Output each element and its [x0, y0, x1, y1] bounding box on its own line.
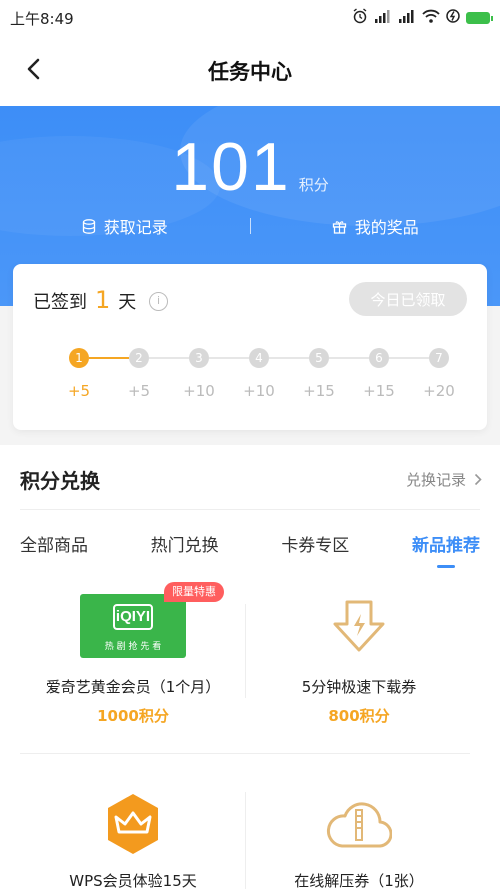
cloud-zip-icon — [326, 802, 392, 848]
step-connector — [269, 357, 309, 359]
points-display: 101 积分 — [0, 128, 500, 206]
signal-icon-2 — [398, 9, 416, 27]
product-name: WPS会员体验15天 — [69, 872, 197, 889]
signal-icon — [374, 9, 392, 27]
step-day-7: 7 — [429, 348, 449, 368]
gift-icon — [332, 220, 346, 234]
product-name: 爱奇艺黄金会员（1个月） — [45, 678, 221, 696]
tab-coupon-zone[interactable]: 卡券专区 — [281, 531, 349, 566]
nav-bar: 任务中心 — [0, 36, 500, 106]
hero-links: 获取记录 我的奖品 — [0, 214, 500, 238]
signin-suffix: 天 — [118, 292, 137, 313]
exchange-divider — [20, 509, 480, 510]
step-connector — [389, 357, 429, 359]
step-day-2: 2 — [129, 348, 149, 368]
tab-new-recommend[interactable]: 新品推荐 — [412, 531, 480, 568]
iqiyi-slogan: 热 剧 抢 先 看 — [104, 642, 162, 652]
points-exchange-section: 积分兑换 兑换记录 全部商品 热门兑换 卡券专区 新品推荐 iQIYI 热 剧 … — [0, 445, 500, 889]
points-value: 101 — [171, 129, 291, 205]
step-day-3: 3 — [189, 348, 209, 368]
step-reward-7: +20 — [423, 382, 455, 400]
product-card-download-coupon[interactable]: 5分钟极速下载券 800积分 — [246, 580, 472, 740]
points-record-label: 获取记录 — [103, 218, 168, 237]
exchange-record-label: 兑换记录 — [405, 471, 466, 489]
wps-crown-icon — [108, 794, 158, 854]
limited-offer-badge: 限量特惠 — [164, 582, 224, 602]
step-reward-5: +15 — [303, 382, 335, 400]
exchange-header: 积分兑换 兑换记录 — [20, 465, 482, 494]
status-icons — [352, 8, 493, 28]
signin-steps: 1 +5 2 +5 3 +10 4 +10 5 +15 6 +15 7 +20 — [68, 348, 455, 408]
step-connector — [209, 357, 249, 359]
product-card-wps-member[interactable]: WPS会员体验15天 — [20, 770, 246, 889]
step-day-4: 4 — [249, 348, 269, 368]
product-name: 在线解压券（1张） — [294, 872, 424, 889]
step-day-6: 6 — [369, 348, 389, 368]
product-card-unzip-coupon[interactable]: 在线解压券（1张） — [246, 770, 472, 889]
my-prizes-label: 我的奖品 — [354, 218, 419, 237]
claim-today-button[interactable]: 今日已领取 — [349, 282, 467, 316]
exchange-record-link[interactable]: 兑换记录 — [406, 469, 482, 490]
step-connector — [149, 357, 189, 359]
status-time: 上午8:49 — [10, 9, 74, 28]
fast-download-icon — [333, 600, 385, 652]
back-button[interactable] — [18, 54, 48, 88]
exchange-title: 积分兑换 — [20, 469, 100, 493]
signin-prefix: 已签到 — [33, 292, 87, 313]
step-day-5: 5 — [309, 348, 329, 368]
power-saving-icon — [446, 9, 460, 27]
chevron-left-icon — [27, 58, 40, 80]
alarm-icon — [352, 8, 368, 28]
iqiyi-card-image: iQIYI 热 剧 抢 先 看 — [80, 594, 186, 658]
iqiyi-logo: iQIYI — [113, 604, 153, 630]
chevron-right-icon — [474, 473, 482, 486]
exchange-tabs: 全部商品 热门兑换 卡券专区 新品推荐 — [20, 531, 480, 568]
product-price: 1000积分 — [97, 707, 169, 725]
step-reward-4: +10 — [243, 382, 275, 400]
step-day-1: 1 — [69, 348, 89, 368]
signin-card: 已签到 1 天 i 今日已领取 1 +5 2 +5 3 +10 4 +10 5 +15 6 +15 7 +… — [13, 264, 487, 430]
page-title: 任务中心 — [208, 60, 292, 84]
step-reward-2: +5 — [127, 382, 151, 400]
database-icon — [82, 218, 95, 234]
info-icon[interactable]: i — [149, 292, 168, 311]
status-bar: 上午8:49 — [0, 0, 500, 36]
tab-hot-exchange[interactable]: 热门兑换 — [151, 531, 219, 566]
step-reward-3: +10 — [183, 382, 215, 400]
wifi-icon — [422, 9, 440, 27]
tab-all-products[interactable]: 全部商品 — [20, 531, 88, 566]
my-prizes-link[interactable]: 我的奖品 — [251, 214, 500, 238]
battery-icon — [466, 12, 493, 24]
product-name: 5分钟极速下载券 — [301, 678, 417, 696]
grid-divider-h — [20, 753, 470, 754]
points-record-link[interactable]: 获取记录 — [0, 214, 250, 238]
signin-days: 1 — [95, 286, 111, 314]
step-connector — [89, 357, 129, 359]
product-card-iqiyi[interactable]: iQIYI 热 剧 抢 先 看 限量特惠 爱奇艺黄金会员（1个月） 1000积分 — [20, 580, 246, 740]
step-reward-1: +5 — [67, 382, 91, 400]
signin-status: 已签到 1 天 — [33, 286, 136, 314]
product-price: 800积分 — [328, 707, 390, 725]
step-connector — [329, 357, 369, 359]
points-unit: 积分 — [298, 176, 329, 194]
step-reward-6: +15 — [363, 382, 395, 400]
